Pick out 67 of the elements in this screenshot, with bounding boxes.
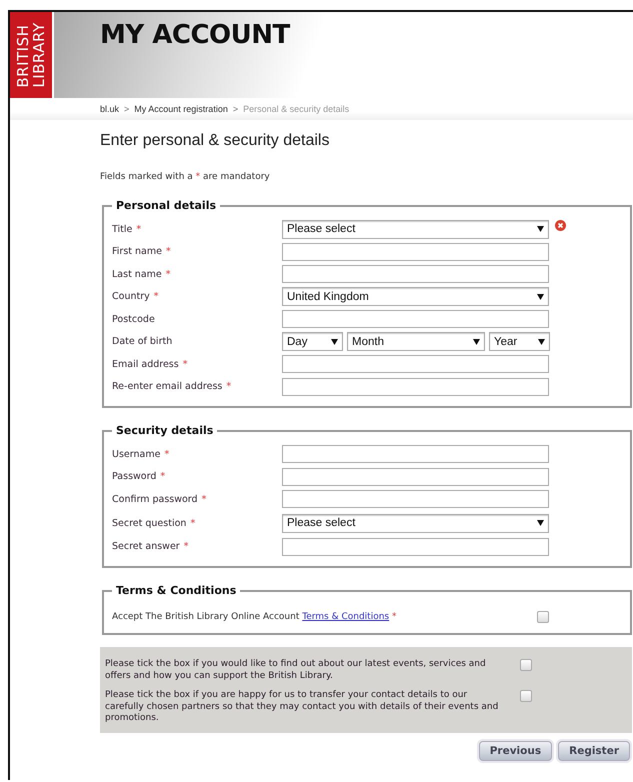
breadcrumb-separator: > [232, 104, 238, 114]
field-label: First name [112, 246, 162, 258]
caret-icon [473, 338, 480, 345]
caret-icon [537, 226, 544, 232]
required-mark: * [226, 381, 232, 392]
caret-icon [538, 338, 545, 345]
caret-icon [331, 338, 338, 345]
required-mark: * [184, 541, 188, 552]
text-field[interactable] [282, 490, 549, 508]
field-label: Secret answer [112, 541, 180, 552]
section-heading: Enter personal & security details [100, 132, 330, 150]
checkbox[interactable] [520, 659, 532, 671]
terms-text: Accept The British Library Online Account Terms & Conditions * [112, 612, 396, 622]
logo-text: LIBRARY [31, 22, 47, 88]
select-field[interactable]: Month [347, 332, 485, 352]
required-mark: * [166, 246, 171, 258]
required-mark: * [160, 471, 166, 482]
select-field[interactable]: Please select [282, 514, 549, 532]
text-field[interactable] [282, 265, 549, 284]
text-field[interactable] [282, 355, 549, 374]
terms-link[interactable]: Terms & Conditions [302, 612, 390, 622]
field-label: Confirm password [112, 494, 198, 505]
checkbox[interactable] [520, 690, 532, 702]
breadcrumb-link[interactable]: My Account registration [134, 104, 228, 114]
checkbox[interactable] [537, 611, 549, 623]
section-legend: Personal details [112, 199, 220, 212]
text-field[interactable] [282, 242, 549, 261]
field-label: Email address [112, 358, 179, 370]
consent-text: Please tick the box if you are happy for us to transfer your contact details to our carefully chosen partners so that they may contact you with details of their events and promotions. [105, 690, 500, 724]
text-field[interactable] [282, 310, 549, 328]
select-field[interactable]: Day [282, 332, 343, 352]
nav-button[interactable]: Previous [478, 740, 552, 760]
breadcrumb-link[interactable]: bl.uk [100, 104, 120, 114]
required-mark: * [136, 224, 142, 235]
required-mark: * [164, 448, 170, 460]
mandatory-note: Fields marked with a * are mandatory [100, 172, 270, 182]
field-label: Secret question [112, 518, 186, 528]
required-mark: * [182, 358, 188, 370]
logo-text: BRITISH [15, 24, 31, 88]
required-mark: * [154, 291, 158, 302]
breadcrumb-separator: > [124, 104, 130, 114]
nav-button[interactable]: Register [558, 740, 630, 760]
text-field[interactable] [282, 538, 549, 556]
caret-icon [537, 294, 544, 300]
required-mark: * [190, 518, 196, 528]
required-mark: * [166, 268, 170, 280]
select-field[interactable]: Year [489, 332, 550, 352]
field-label: Last name [112, 268, 162, 280]
text-field[interactable] [282, 445, 549, 464]
select-field[interactable]: United Kingdom [282, 287, 549, 306]
text-field[interactable] [282, 378, 549, 396]
field-label: Username [112, 448, 160, 460]
field-label: Postcode [112, 314, 155, 325]
breadcrumb-current: Personal & security details [243, 104, 350, 114]
field-label: Password [112, 471, 156, 482]
field-label: Title [112, 224, 132, 235]
field-label: Re-enter email address [112, 381, 222, 392]
required-mark: * [202, 494, 206, 505]
field-label: Country [112, 291, 150, 302]
page-title: MY ACCOUNT [100, 20, 290, 50]
caret-icon [537, 520, 544, 526]
consent-text: Please tick the box if you would like to find out about our latest events, services and offers and how you can support the British Library. [105, 659, 487, 682]
text-field[interactable] [282, 468, 549, 486]
section-legend: Terms & Conditions [112, 584, 240, 597]
section-legend: Security details [112, 424, 218, 437]
field-label: Date of birth [112, 336, 172, 348]
select-field[interactable]: Please select [282, 220, 549, 239]
